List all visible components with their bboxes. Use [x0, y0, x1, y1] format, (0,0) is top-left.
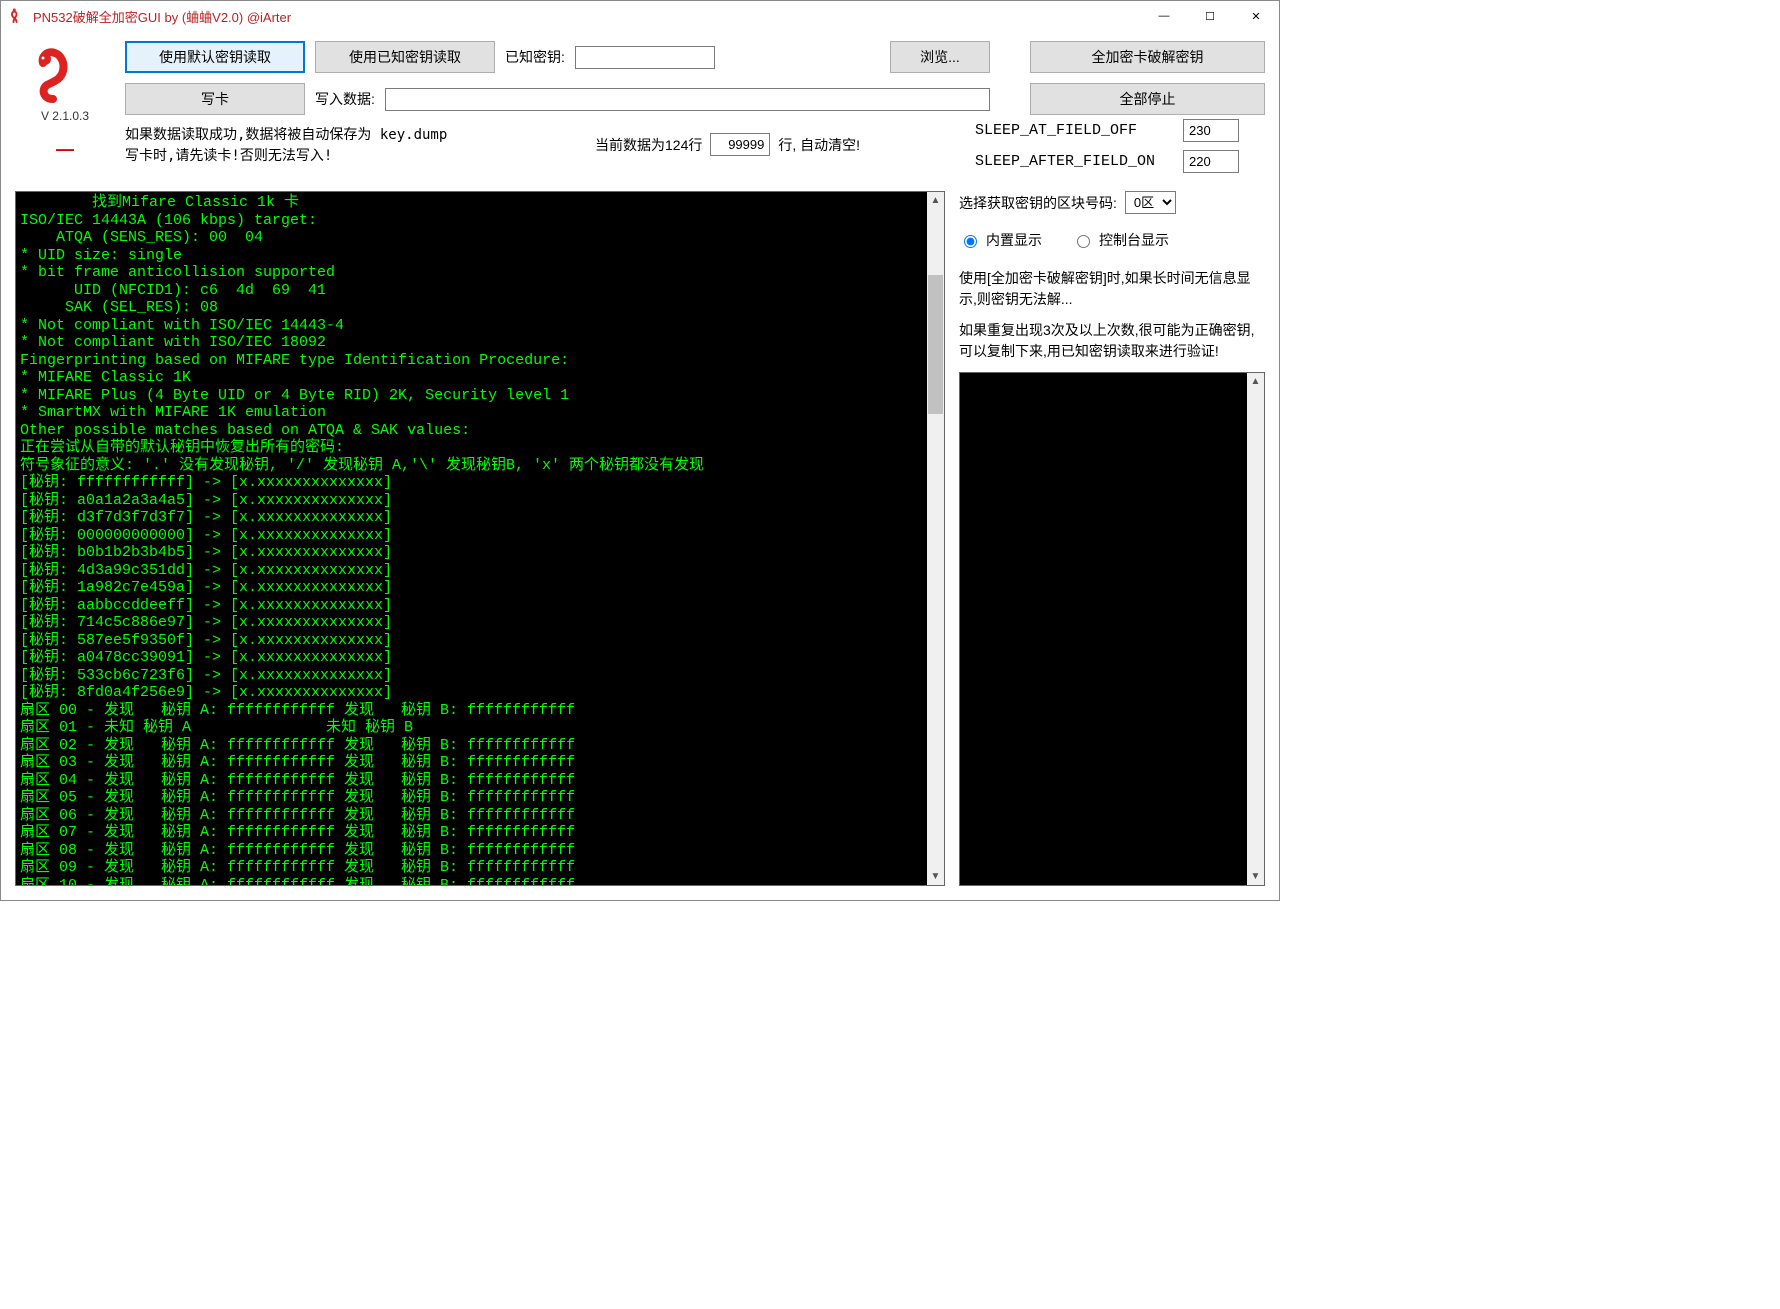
main-console[interactable]: 找到Mifare Classic 1k 卡 ISO/IEC 14443A (10… — [16, 192, 926, 885]
side-message-2: 如果重复出现3次及以上次数,很可能为正确密钥,可以复制下来,用已知密钥读取来进行… — [959, 320, 1265, 362]
current-lines-label: 当前数据为124行 — [595, 135, 702, 155]
app-window: PN532破解全加密GUI by (蛐蛐V2.0) @iArter — ☐ ✕ … — [0, 0, 1280, 901]
side-console-scrollbar[interactable]: ▲ ▼ — [1247, 373, 1264, 885]
sleep-off-label: SLEEP_AT_FIELD_OFF — [975, 122, 1175, 139]
side-console[interactable]: ▲ ▼ — [959, 372, 1265, 886]
scroll-thumb[interactable] — [928, 275, 943, 414]
write-data-label: 写入数据: — [315, 89, 375, 109]
stop-all-button[interactable]: 全部停止 — [1030, 83, 1265, 115]
known-key-input[interactable] — [575, 46, 715, 69]
known-key-label: 已知密钥: — [505, 47, 565, 67]
sleep-on-label: SLEEP_AFTER_FIELD_ON — [975, 153, 1175, 170]
radio-builtin-input[interactable] — [964, 235, 977, 248]
maximize-button[interactable]: ☐ — [1187, 1, 1233, 31]
status-indicator-icon: — — [56, 139, 74, 160]
minimize-button[interactable]: — — [1141, 1, 1187, 31]
app-icon — [9, 7, 27, 25]
side-column: 选择获取密钥的区块号码: 0区 内置显示 控制台显示 使用[全加密卡破解密钥]时… — [959, 191, 1265, 886]
sleep-off-input[interactable] — [1183, 119, 1239, 142]
scroll-down-icon[interactable]: ▼ — [1247, 868, 1264, 885]
worm-icon — [33, 41, 97, 105]
titlebar: PN532破解全加密GUI by (蛐蛐V2.0) @iArter — ☐ ✕ — [1, 1, 1279, 31]
main-console-scrollbar[interactable]: ▲ ▼ — [927, 192, 944, 885]
max-lines-input[interactable] — [710, 133, 770, 156]
radio-console-input[interactable] — [1077, 235, 1090, 248]
version-label: V 2.1.0.3 — [41, 109, 89, 123]
scroll-down-icon[interactable]: ▼ — [927, 868, 944, 885]
write-card-button[interactable]: 写卡 — [125, 83, 305, 115]
read-default-key-button[interactable]: 使用默认密钥读取 — [125, 41, 305, 73]
window-title: PN532破解全加密GUI by (蛐蛐V2.0) @iArter — [33, 7, 1141, 26]
main-console-wrap: 找到Mifare Classic 1k 卡 ISO/IEC 14443A (10… — [15, 191, 945, 886]
scroll-up-icon[interactable]: ▲ — [927, 192, 944, 209]
browse-button[interactable]: 浏览... — [890, 41, 990, 73]
read-known-key-button[interactable]: 使用已知密钥读取 — [315, 41, 495, 73]
auto-clear-label: 行, 自动清空! — [778, 135, 860, 155]
radio-console[interactable]: 控制台显示 — [1072, 230, 1169, 250]
info-message: 如果数据读取成功,数据将被自动保存为 key.dump 写卡时,请先读卡!否则无… — [125, 125, 585, 167]
block-select-label: 选择获取密钥的区块号码: — [959, 193, 1117, 213]
side-message-1: 使用[全加密卡破解密钥]时,如果长时间无信息显示,则密钥无法解... — [959, 268, 1265, 310]
block-select[interactable]: 0区 — [1125, 191, 1176, 214]
logo-column: V 2.1.0.3 — — [15, 41, 115, 191]
close-button[interactable]: ✕ — [1233, 1, 1279, 31]
radio-builtin[interactable]: 内置显示 — [959, 230, 1042, 250]
crack-key-button[interactable]: 全加密卡破解密钥 — [1030, 41, 1265, 73]
sleep-on-input[interactable] — [1183, 150, 1239, 173]
content-area: V 2.1.0.3 — 使用默认密钥读取 使用已知密钥读取 已知密钥: 浏览..… — [1, 31, 1279, 900]
write-data-input[interactable] — [385, 88, 990, 111]
scroll-up-icon[interactable]: ▲ — [1247, 373, 1264, 390]
